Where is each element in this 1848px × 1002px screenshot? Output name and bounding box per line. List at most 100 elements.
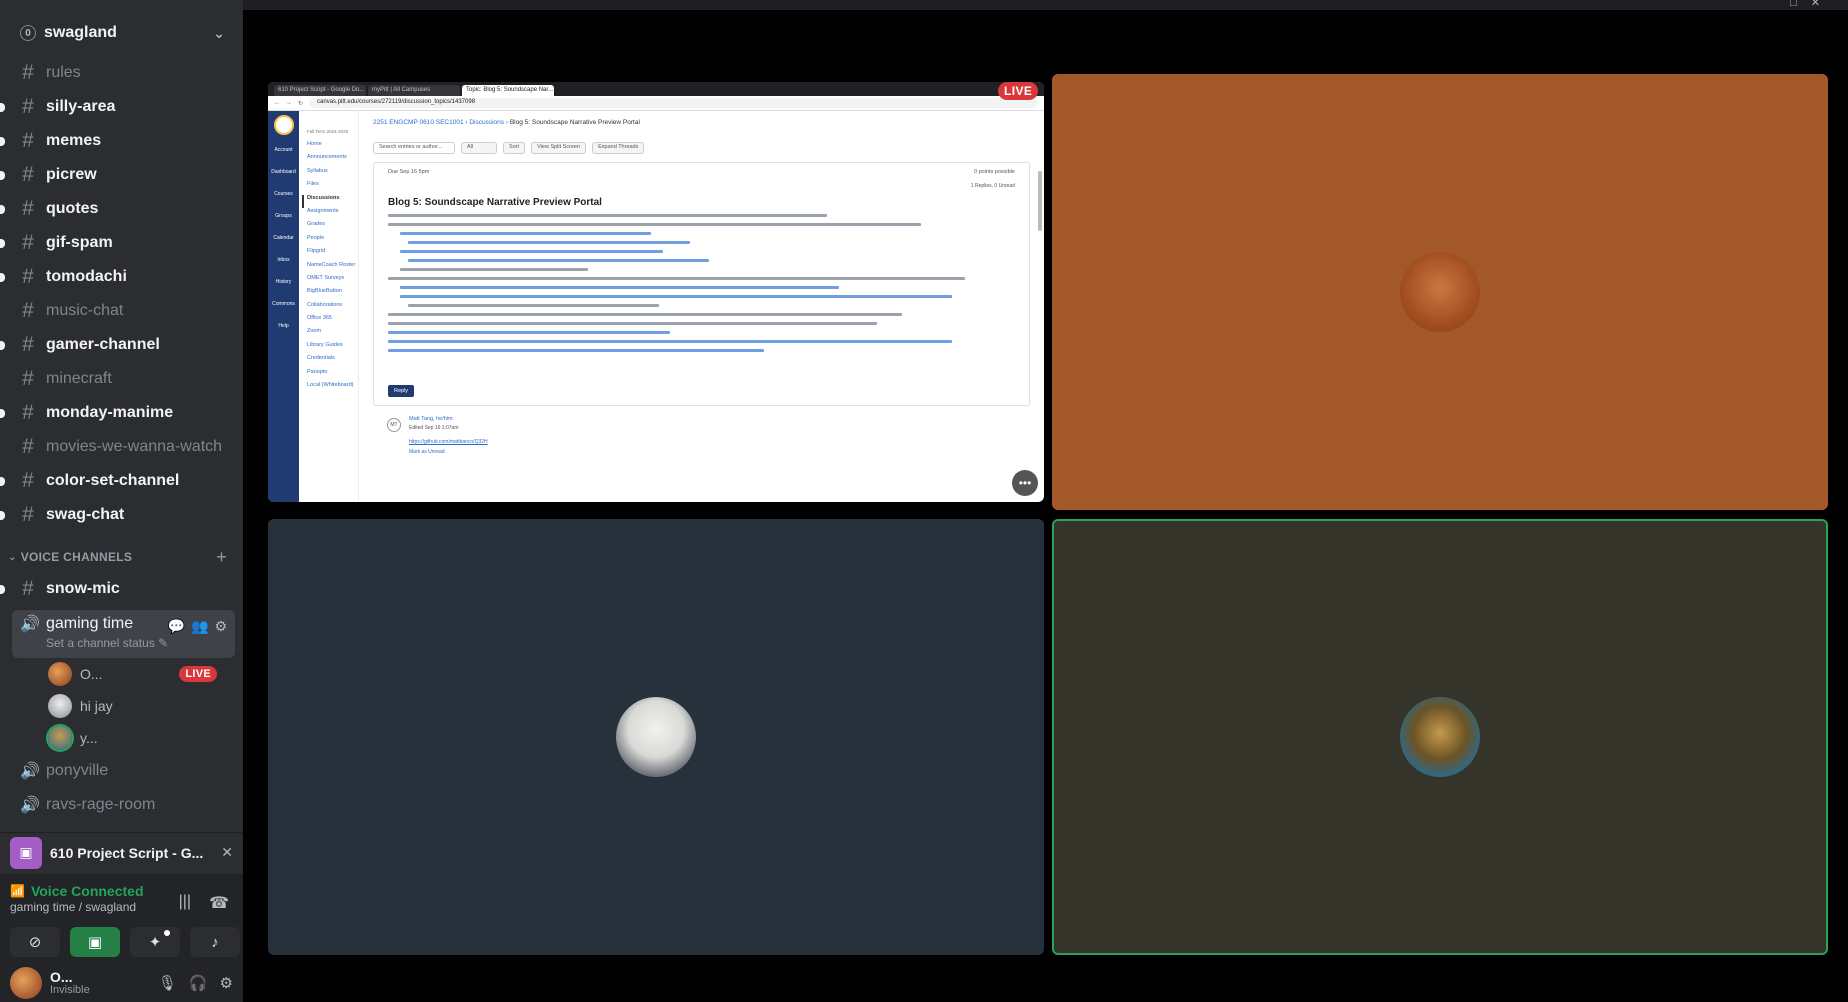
hash-icon: # (22, 401, 34, 424)
live-badge: LIVE (998, 82, 1039, 100)
server-badge: 0 (20, 25, 36, 41)
microphone-icon[interactable]: 🎙 (158, 974, 177, 992)
channel-monday-manime[interactable]: # monday-manime (0, 396, 243, 430)
close-icon[interactable]: ✕ (221, 844, 233, 861)
voice-user[interactable]: O... LIVE (0, 658, 243, 690)
live-badge: LIVE (179, 666, 217, 682)
channel-swag-chat[interactable]: # swag-chat (0, 498, 243, 532)
channel-name: memes (46, 132, 102, 149)
server-header[interactable]: 0 swagland ⌄ (6, 12, 237, 54)
voice-channel-gaming-time[interactable]: 🔊 gaming time 💬 👥 ⚙ Set a channel status… (12, 610, 235, 658)
speaker-icon: 🔊 (20, 763, 40, 780)
sort-button: Sort (503, 142, 526, 154)
canvas-global-nav: Account Dashboard Courses Groups Calendar Inb… (268, 111, 299, 502)
hash-icon: # (22, 435, 34, 458)
disconnect-icon[interactable]: ☎ (209, 893, 229, 913)
mark-unread: Mark as Unread (409, 449, 445, 455)
hash-icon: # (22, 231, 34, 254)
noise-suppression-icon[interactable]: ||| (179, 893, 191, 913)
browser-tab: myPitt | All Campuses (368, 85, 460, 96)
channel-movies-we-wanna-watch[interactable]: # movies-we-wanna-watch (0, 430, 243, 464)
stream-tile[interactable]: 610 Project Script - Google Do... myPitt… (268, 82, 1044, 502)
gear-icon[interactable]: ⚙ (220, 974, 233, 992)
screen-share-icon: ▣ (10, 836, 42, 869)
discussion-toolbar: Search entries or author... All Sort Vie… (373, 142, 1030, 154)
channel-snow-mic[interactable]: # snow-mic (0, 572, 243, 606)
voice-user[interactable]: hi jay (0, 690, 243, 722)
channel-gif-spam[interactable]: # gif-spam (0, 226, 243, 260)
add-channel-icon[interactable]: + (216, 547, 227, 568)
course-nav: Fall Term 2024-2025 Home Announcements Syl… (299, 111, 359, 502)
channel-name: movies-we-wanna-watch (46, 438, 223, 455)
stream-activity-bar[interactable]: ▣ 610 Project Script - G... ✕ (0, 832, 243, 872)
forward-icon: → (286, 100, 292, 106)
voice-channel-name: gaming time (46, 615, 134, 632)
avatar[interactable] (10, 967, 42, 999)
channel-name: rules (46, 64, 81, 81)
breadcrumb-item: Blog 5: Soundscape Narrative Preview Por… (509, 119, 640, 126)
participant-tile[interactable] (268, 519, 1044, 955)
channel-tomodachi[interactable]: # tomodachi (0, 260, 243, 294)
username[interactable]: O... (50, 970, 90, 984)
points: 0 points possible (974, 169, 1015, 175)
reply-author: Matt Tang, he/him (409, 416, 453, 422)
avatar (48, 726, 72, 750)
channel-quotes[interactable]: # quotes (0, 192, 243, 226)
channel-name: music-chat (46, 302, 124, 319)
voice-channel-ravs-rage-room[interactable]: 🔊 ravs-rage-room (0, 788, 243, 822)
search-field: Search entries or author... (373, 142, 455, 154)
discussion-content: 2251 ENGCMP 0610 SEC1001 › Discussions ›… (359, 111, 1044, 502)
activities-button[interactable]: ✦ (130, 927, 180, 957)
canvas-nav-item: Dashboard (271, 169, 296, 175)
hash-icon: # (22, 577, 34, 600)
channel-rules[interactable]: # rules (0, 56, 243, 90)
window-controls[interactable]: □✕ (1790, 0, 1834, 9)
channel-name: gif-spam (46, 234, 113, 251)
channel-gamer-channel[interactable]: # gamer-channel (0, 328, 243, 362)
more-options-icon[interactable]: ••• (1012, 470, 1038, 496)
add-member-icon[interactable]: 👥 (191, 618, 208, 635)
discussion-post: Due Sep 16 5pm 0 points possible 1 Repli… (373, 162, 1030, 406)
voice-panel: 📶 Voice Connected gaming time / swagland… (0, 874, 243, 964)
channel-name: snow-mic (46, 580, 120, 597)
participant-tile-speaking[interactable] (1052, 519, 1828, 955)
screen-share-button[interactable]: ▣ (70, 927, 120, 957)
channel-status-prompt[interactable]: Set a channel status ✎ (46, 636, 227, 650)
soundboard-button[interactable]: ♪ (190, 927, 240, 957)
voice-user[interactable]: y... (0, 722, 243, 754)
streamed-browser: 610 Project Script - Google Do... myPitt… (268, 82, 1044, 502)
notification-dot (164, 930, 170, 936)
channel-silly-area[interactable]: # silly-area (0, 90, 243, 124)
canvas-nav-item: History (275, 279, 292, 285)
term-label: Fall Term 2024-2025 (307, 129, 349, 134)
channel-color-set-channel[interactable]: # color-set-channel (0, 464, 243, 498)
canvas-nav-item: Account (274, 147, 293, 153)
camera-off-button[interactable]: ⊘ (10, 927, 60, 957)
pencil-icon: ✎ (158, 636, 169, 650)
rocket-icon: ✦ (148, 934, 162, 951)
unread-indicator (0, 511, 5, 520)
chat-bubble-icon[interactable]: 💬 (168, 618, 185, 635)
course-nav-item: Files (307, 181, 319, 188)
reply-button: Reply (388, 385, 415, 397)
gear-icon[interactable]: ⚙ (214, 618, 227, 635)
voice-channel-ponyville[interactable]: 🔊 ponyville (0, 754, 243, 788)
title-bar: □✕ (243, 0, 1848, 10)
channel-memes[interactable]: # memes (0, 124, 243, 158)
hash-icon: # (22, 299, 34, 322)
course-nav-item: Assignments (307, 207, 339, 214)
headphones-icon[interactable]: 🎧 (189, 974, 208, 992)
chevron-down-icon[interactable]: ⌄ (213, 25, 225, 42)
channel-name: picrew (46, 166, 97, 183)
channel-name: color-set-channel (46, 472, 180, 489)
voice-user-name: y... (80, 730, 98, 746)
participant-tile[interactable] (1052, 74, 1828, 510)
voice-channels-header[interactable]: ⌄ VOICE CHANNELS + (0, 542, 243, 572)
course-nav-item: OMET Surveys (307, 274, 345, 281)
channel-picrew[interactable]: # picrew (0, 158, 243, 192)
channel-minecraft[interactable]: # minecraft (0, 362, 243, 396)
channel-music-chat[interactable]: # music-chat (0, 294, 243, 328)
avatar (1400, 697, 1480, 777)
channel-sidebar: 0 swagland ⌄ # rules # silly-area # memes # pic… (0, 0, 243, 1002)
reply-count: 1 Replies, 0 Unread (970, 183, 1015, 189)
